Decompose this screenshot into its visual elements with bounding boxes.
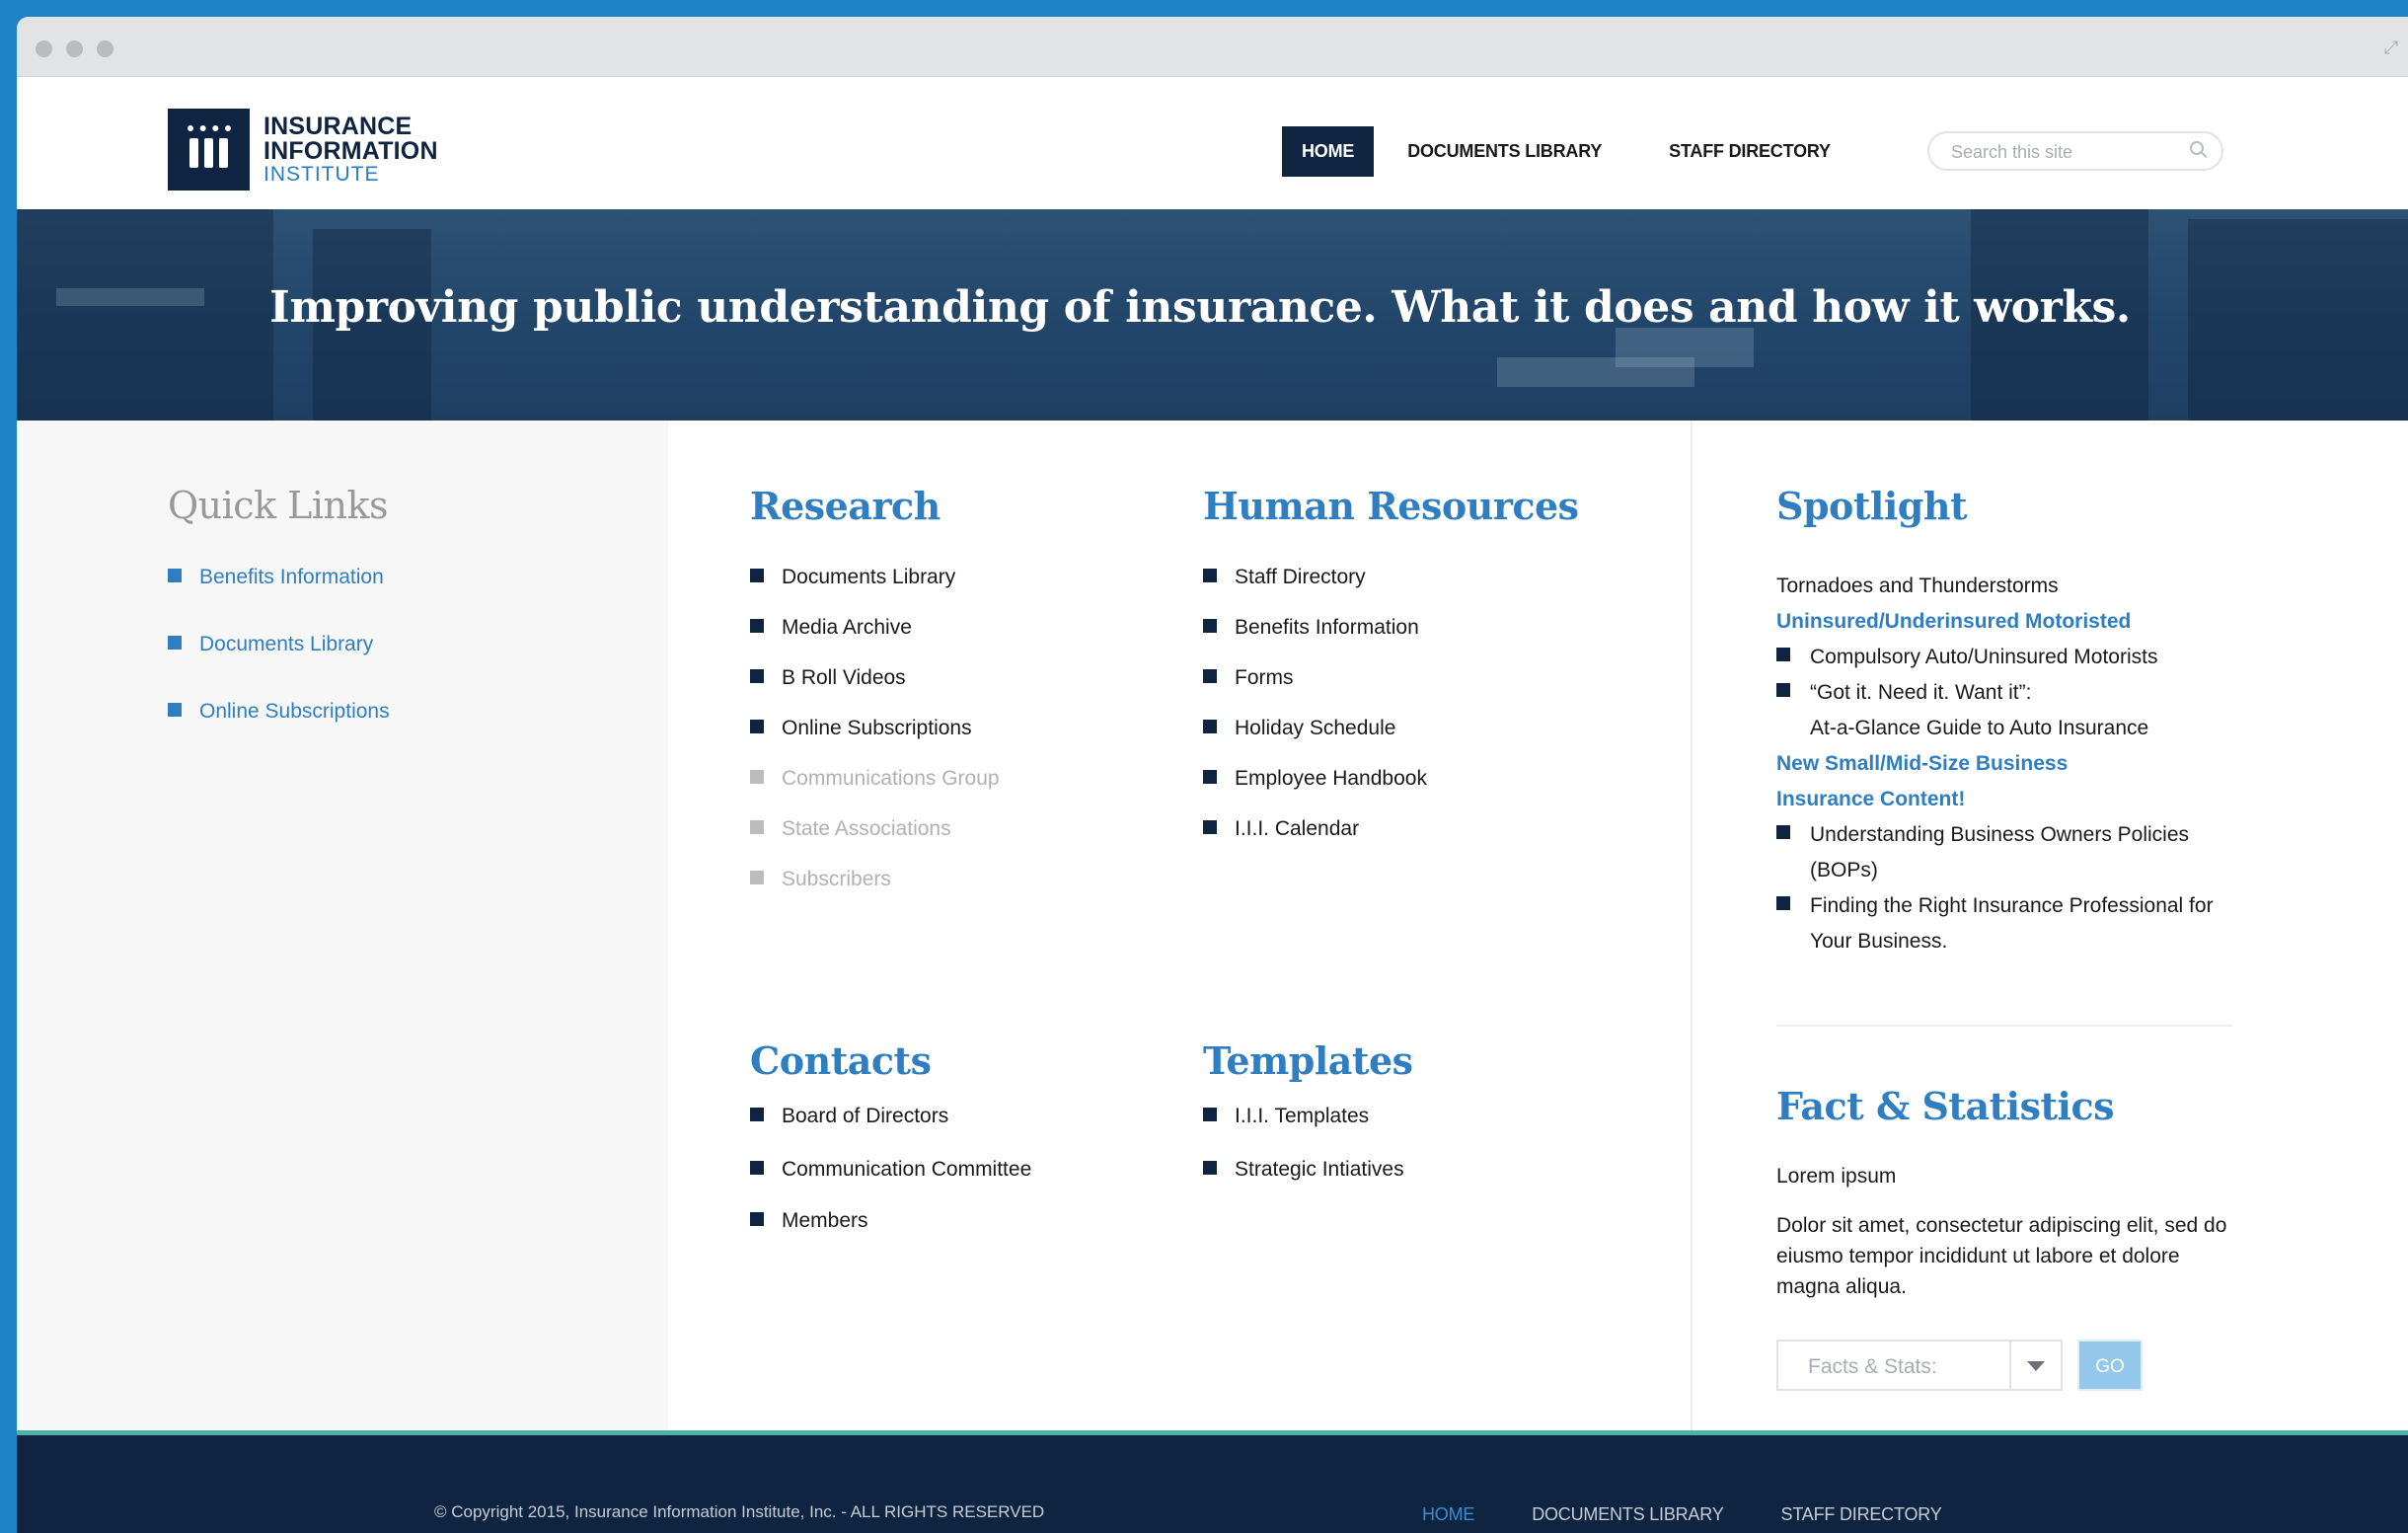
hr-item[interactable]: Staff Directory — [1203, 566, 1427, 616]
logo-line-3: INSTITUTE — [263, 162, 380, 186]
browser-window: ⤢ INSURANCE INFORMATION INSTITUTE HOME D… — [17, 17, 2408, 1533]
chevron-down-icon[interactable] — [2027, 1361, 2045, 1371]
research-title: Research — [750, 484, 941, 528]
nav-home[interactable]: HOME — [1282, 126, 1375, 177]
research-item[interactable]: Online Subscriptions — [750, 717, 1000, 767]
column-divider — [1691, 421, 1693, 1447]
maximize-window-dot[interactable] — [97, 40, 113, 57]
hero-banner: Improving public understanding of insura… — [17, 209, 2408, 421]
minimize-window-dot[interactable] — [66, 40, 83, 57]
search-input[interactable] — [1951, 142, 2178, 163]
quick-link-item[interactable]: Online Subscriptions — [168, 700, 390, 767]
spotlight-content: Tornadoes and Thunderstorms Uninsured/Un… — [1776, 569, 2240, 959]
spotlight-title: Spotlight — [1776, 484, 1968, 528]
research-item[interactable]: B Roll Videos — [750, 666, 1000, 717]
footer-nav-home[interactable]: HOME — [1422, 1504, 1474, 1525]
expand-icon[interactable]: ⤢ — [2380, 37, 2402, 58]
facts-body: Dolor sit amet, consectetur adipiscing e… — [1776, 1214, 2227, 1298]
hr-item[interactable]: Benefits Information — [1203, 616, 1427, 666]
facts-select[interactable]: Facts & Stats: — [1776, 1340, 2063, 1391]
copyright-text: © Copyright 2015, Insurance Information … — [434, 1502, 1045, 1521]
contacts-item[interactable]: Board of Directors — [750, 1105, 1031, 1158]
site-header: INSURANCE INFORMATION INSTITUTE HOME DOC… — [17, 77, 2408, 209]
browser-titlebar: ⤢ — [17, 17, 2408, 77]
main-nav: HOME DOCUMENTS LIBRARY STAFF DIRECTORY — [1282, 126, 1898, 177]
templates-item[interactable]: I.I.I. Templates — [1203, 1105, 1404, 1158]
hr-item[interactable]: Employee Handbook — [1203, 767, 1427, 817]
quick-links-title: Quick Links — [168, 484, 389, 527]
contacts-title: Contacts — [750, 1038, 932, 1083]
quick-links-list: Benefits Information Documents Library O… — [168, 566, 390, 767]
quick-link-item[interactable]: Documents Library — [168, 633, 390, 700]
spotlight-link[interactable]: New Small/Mid-Size Business Insurance Con… — [1776, 746, 2240, 817]
footer-nav-documents-library[interactable]: DOCUMENTS LIBRARY — [1532, 1504, 1724, 1525]
logo-line-1: INSURANCE — [263, 112, 413, 140]
close-window-dot[interactable] — [36, 40, 52, 57]
spotlight-item[interactable]: Compulsory Auto/Uninsured Motorists — [1776, 640, 2240, 675]
logo-line-2: INFORMATION — [263, 136, 438, 165]
templates-item[interactable]: Strategic Intiatives — [1203, 1158, 1404, 1208]
main-content: Quick Links Benefits Information Documen… — [17, 421, 2408, 1451]
contacts-item[interactable]: Communication Committee — [750, 1158, 1031, 1209]
research-item-disabled: Subscribers — [750, 868, 1000, 918]
nav-documents-library[interactable]: DOCUMENTS LIBRARY — [1407, 126, 1602, 177]
hr-item[interactable]: I.I.I. Calendar — [1203, 817, 1427, 868]
spotlight-divider — [1776, 1025, 2232, 1027]
facts-subtitle: Lorem ipsum — [1776, 1165, 1897, 1188]
site-logo[interactable]: INSURANCE INFORMATION INSTITUTE — [168, 109, 438, 191]
research-item-disabled: State Associations — [750, 817, 1000, 868]
footer-nav-staff-directory[interactable]: STAFF DIRECTORY — [1781, 1504, 1942, 1525]
search-icon[interactable] — [2190, 141, 2204, 155]
spotlight-item[interactable]: Understanding Business Owners Policies (… — [1776, 817, 2240, 888]
logo-text: INSURANCE INFORMATION INSTITUTE — [263, 112, 438, 186]
hr-item[interactable]: Holiday Schedule — [1203, 717, 1427, 767]
human-resources-title: Human Resources — [1203, 484, 1579, 528]
contacts-list: Board of Directors Communication Committ… — [750, 1105, 1031, 1260]
research-item[interactable]: Documents Library — [750, 566, 1000, 616]
facts-title: Fact & Statistics — [1776, 1084, 2115, 1128]
research-list: Documents Library Media Archive B Roll V… — [750, 566, 1000, 918]
spotlight-item[interactable]: “Got it. Need it. Want it”: At-a-Glance G… — [1776, 675, 2240, 746]
human-resources-list: Staff Directory Benefits Information For… — [1203, 566, 1427, 868]
hr-item[interactable]: Forms — [1203, 666, 1427, 717]
spotlight-item[interactable]: Finding the Right Insurance Professional… — [1776, 888, 2240, 959]
go-button[interactable]: GO — [2077, 1340, 2143, 1391]
research-item[interactable]: Media Archive — [750, 616, 1000, 666]
spotlight-intro: Tornadoes and Thunderstorms — [1776, 575, 2059, 597]
site-footer: © Copyright 2015, Insurance Information … — [17, 1430, 2408, 1533]
search-box — [1927, 131, 2223, 171]
spotlight-link[interactable]: Uninsured/Underinsured Motoristed — [1776, 604, 2240, 640]
research-item-disabled: Communications Group — [750, 767, 1000, 817]
quick-link-item[interactable]: Benefits Information — [168, 566, 390, 633]
templates-title: Templates — [1203, 1038, 1413, 1083]
columns-logo-icon — [168, 109, 250, 191]
templates-list: I.I.I. Templates Strategic Intiatives — [1203, 1105, 1404, 1208]
nav-staff-directory[interactable]: STAFF DIRECTORY — [1669, 126, 1831, 177]
hero-tagline: Improving public understanding of insura… — [269, 282, 2131, 333]
contacts-item[interactable]: Members — [750, 1209, 1031, 1260]
footer-nav: HOME DOCUMENTS LIBRARY STAFF DIRECTORY — [1422, 1504, 1999, 1525]
facts-select-value: Facts & Stats: — [1808, 1355, 1937, 1378]
